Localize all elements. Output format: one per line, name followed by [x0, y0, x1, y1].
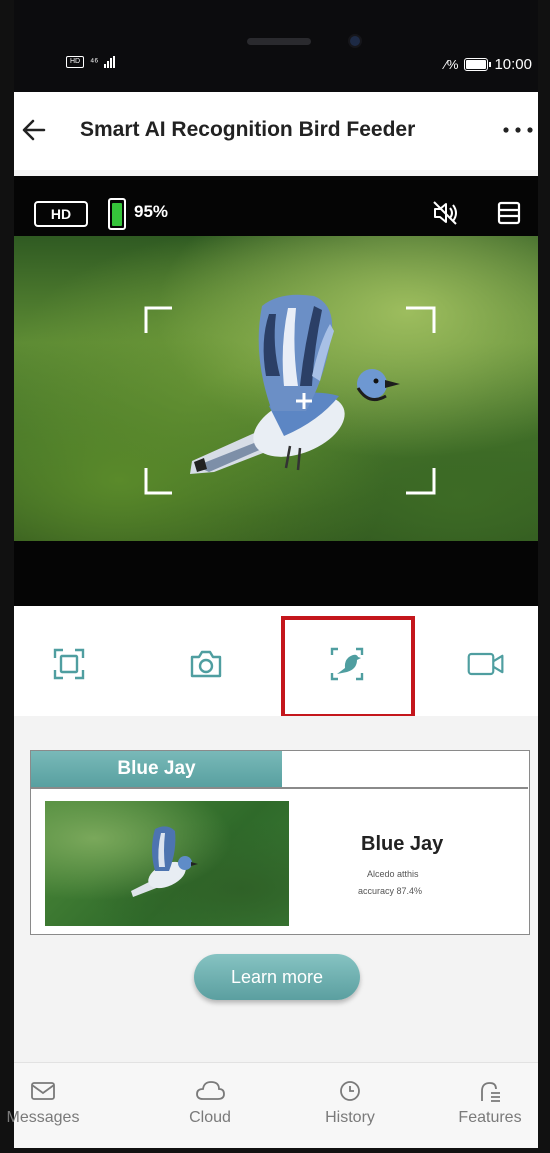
nav-messages[interactable]: Messages — [0, 1079, 93, 1127]
app-header: Smart AI Recognition Bird Feeder — [14, 92, 538, 170]
device-battery-icon — [108, 198, 126, 230]
nav-messages-label: Messages — [6, 1109, 80, 1126]
cloud-icon — [196, 1081, 225, 1100]
speaker-muted-icon[interactable] — [430, 198, 460, 228]
nav-history-label: History — [325, 1109, 375, 1126]
status-bar: HD ⁴⁶ ⁄% 10:00 — [14, 52, 538, 80]
blue-jay-bird-image — [144, 294, 436, 495]
phone-bezel-left — [0, 0, 14, 1153]
nav-history[interactable]: History — [300, 1079, 400, 1127]
bottom-navigation: Messages Cloud History Features — [7, 1062, 540, 1148]
nav-features-label: Features — [458, 1109, 522, 1126]
nav-features[interactable]: Features — [440, 1079, 540, 1127]
camera-icon[interactable] — [186, 644, 226, 684]
more-options-icon[interactable] — [498, 118, 538, 142]
nav-cloud[interactable]: Cloud — [160, 1079, 260, 1127]
recognition-accuracy: accuracy 87.4% — [358, 886, 423, 896]
species-name: Blue Jay — [361, 833, 444, 855]
learn-more-button[interactable]: Learn more — [194, 954, 360, 1000]
signal-icon — [104, 56, 116, 68]
live-view: HD 95% — [14, 176, 538, 606]
earpiece-speaker — [247, 38, 311, 45]
page-title: Smart AI Recognition Bird Feeder — [80, 118, 416, 141]
status-extra-label: ⁄% — [444, 57, 459, 72]
layout-toggle-icon[interactable] — [496, 200, 522, 226]
device-battery-percent: 95% — [134, 202, 169, 221]
phone-bezel-right — [538, 0, 550, 1153]
video-record-icon[interactable] — [466, 644, 506, 684]
card-divider — [31, 787, 528, 789]
network-type-label: ⁴⁶ — [90, 56, 99, 68]
features-icon — [481, 1082, 500, 1102]
recognition-card: Blue Jay Blue Jay Alcedo atthis accuracy… — [30, 750, 530, 935]
clock-icon — [340, 1081, 360, 1101]
captured-bird-thumbnail[interactable] — [45, 801, 289, 926]
back-arrow-icon[interactable] — [20, 116, 48, 144]
mail-icon — [31, 1082, 55, 1100]
recognition-result-panel: Blue Jay Blue Jay Alcedo atthis accuracy… — [14, 716, 538, 1062]
result-tab-blue-jay[interactable]: Blue Jay — [31, 751, 282, 787]
camera-video-feed[interactable] — [14, 236, 538, 541]
nav-cloud-label: Cloud — [189, 1109, 231, 1126]
blue-jay-thumbnail-icon — [131, 826, 198, 897]
front-camera — [350, 36, 360, 46]
species-latin-name: Alcedo atthis — [367, 869, 419, 879]
hd-quality-toggle[interactable]: HD — [34, 201, 88, 227]
sim-icon: HD — [66, 56, 84, 68]
recognition-highlight-box — [281, 616, 415, 718]
clock-time: 10:00 — [494, 56, 532, 73]
battery-icon — [464, 58, 492, 71]
camera-controls-bar — [14, 606, 538, 718]
screenshot-frame-icon[interactable] — [49, 644, 89, 684]
